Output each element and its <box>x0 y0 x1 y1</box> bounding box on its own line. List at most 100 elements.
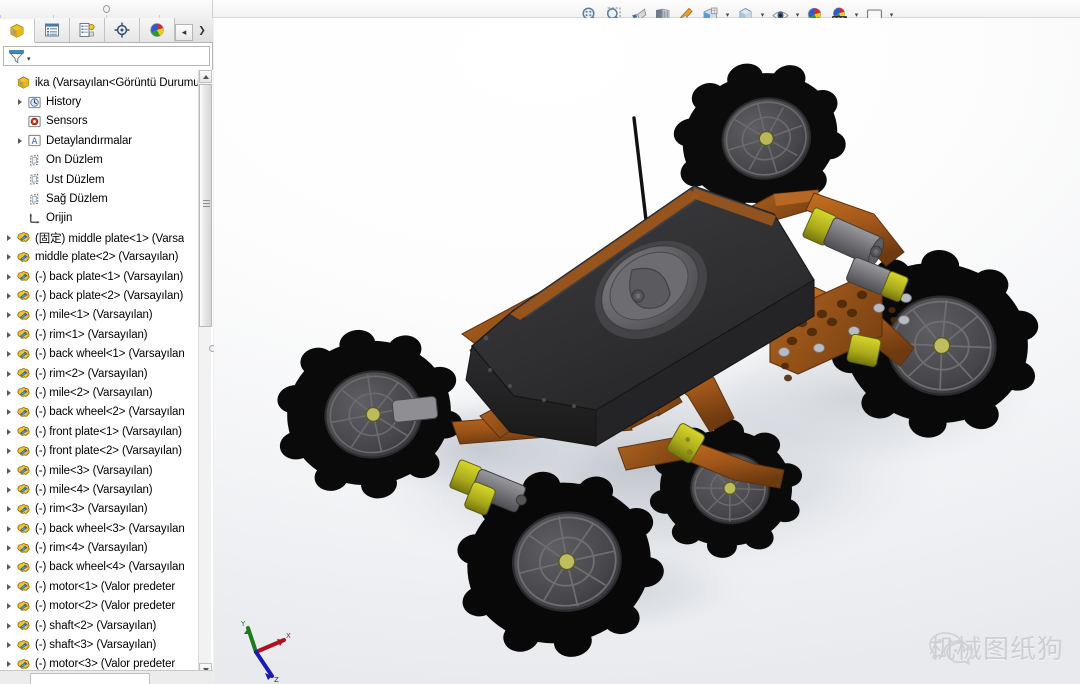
dimxpert-manager-tab[interactable] <box>105 18 140 42</box>
feature-tree: ika (Varsayılan<Görüntü Durumu- History Se… <box>0 70 200 684</box>
tree-row[interactable]: (-) shaft<3> (Varsayılan) <box>0 635 200 654</box>
filter-funnel-icon <box>9 49 24 63</box>
component-icon <box>15 443 32 459</box>
tree-expand-toggle[interactable] <box>2 480 15 499</box>
tree-expand-toggle[interactable] <box>2 616 15 635</box>
tree-row[interactable]: (-) motor<1> (Valor predeter <box>0 577 200 596</box>
tree-expand-toggle[interactable] <box>13 93 26 112</box>
tree-row[interactable]: (-) back plate<2> (Varsayılan) <box>0 286 200 305</box>
tree-expand-toggle[interactable] <box>2 558 15 577</box>
tree-expand-toggle[interactable] <box>2 597 15 616</box>
scrollbar-thumb[interactable] <box>199 84 212 327</box>
tree-row[interactable]: (-) back plate<1> (Varsayılan) <box>0 267 200 286</box>
tree-row[interactable]: (-) rim<1> (Varsayılan) <box>0 325 200 344</box>
tree-expand-toggle[interactable] <box>2 403 15 422</box>
tree-item-label: (-) shaft<3> (Varsayılan) <box>35 639 157 652</box>
tree-item-label: Üst Düzlem <box>46 173 105 186</box>
plane-icon <box>26 172 43 188</box>
tree-expand-toggle[interactable] <box>2 442 15 461</box>
panel-pin-handle[interactable] <box>103 5 110 13</box>
display-manager-tab[interactable] <box>140 18 175 42</box>
sensors-icon <box>26 113 43 129</box>
tree-row[interactable]: (-) mile<2> (Varsayılan) <box>0 383 200 402</box>
tree-row[interactable]: (-) motor<2> (Valor predeter <box>0 597 200 616</box>
tree-row[interactable]: Orijin <box>0 209 200 228</box>
tree-row[interactable]: middle plate<2> (Varsayılan) <box>0 248 200 267</box>
tree-row[interactable]: (-) shaft<2> (Varsayılan) <box>0 616 200 635</box>
filter-caret[interactable]: ▾ <box>27 55 31 63</box>
tree-expand-toggle[interactable] <box>2 306 15 325</box>
tree-row[interactable]: (-) mile<1> (Varsayılan) <box>0 306 200 325</box>
tree-expand-toggle[interactable] <box>2 519 15 538</box>
tree-filter-row[interactable]: ▾ <box>3 46 210 66</box>
coordinate-triad: X Y Z <box>240 620 291 684</box>
property-manager-tab[interactable] <box>35 18 70 42</box>
tree-expand-toggle[interactable] <box>2 500 15 519</box>
tree-row[interactable]: A Detaylandırmalar <box>0 131 200 150</box>
component-icon <box>17 484 30 495</box>
tree-row[interactable]: (-) front plate<2> (Varsayılan) <box>0 441 200 460</box>
component-icon <box>17 465 30 475</box>
origin-icon <box>29 213 40 224</box>
assembly-icon <box>15 75 32 91</box>
tree-expand-toggle[interactable] <box>2 461 15 480</box>
component-icon <box>15 307 32 323</box>
tree-expand-toggle[interactable] <box>2 539 15 558</box>
rover-model-render: X Y Z <box>240 63 1044 684</box>
feature-tree-scroll-area[interactable]: ika (Varsayılan<Görüntü Durumu- History Se… <box>0 70 213 684</box>
tree-row[interactable]: (-) rim<3> (Varsayılan) <box>0 500 200 519</box>
tree-item-label: Orijin <box>46 212 73 225</box>
tree-expand-toggle[interactable] <box>2 422 15 441</box>
tree-expand-toggle[interactable] <box>2 286 15 305</box>
tree-item-label: (-) front plate<1> (Varsayılan) <box>35 425 182 438</box>
graphics-viewport[interactable]: X Y Z 机械图纸狗 <box>214 18 1080 684</box>
tree-row[interactable]: Sağ Düzlem <box>0 189 200 208</box>
configuration-manager-tab[interactable] <box>70 18 105 42</box>
tree-row[interactable]: (固定) middle plate<1> (Varsa <box>0 228 200 247</box>
tree-row[interactable]: (-) rim<2> (Varsayılan) <box>0 364 200 383</box>
tree-row[interactable]: Ön Düzlem <box>0 151 200 170</box>
tree-item-label: (-) motor<1> (Valor predeter <box>35 580 176 593</box>
fm-nav-prev-button[interactable]: ◂ <box>175 24 193 41</box>
tree-root-row[interactable]: ika (Varsayılan<Görüntü Durumu- <box>0 73 200 92</box>
tree-item-label: (固定) middle plate<1> (Varsa <box>35 232 185 245</box>
panel-bottom-field[interactable] <box>30 673 150 684</box>
fm-nav-next-button[interactable]: ❯ <box>193 19 211 41</box>
tree-row[interactable]: (-) back wheel<2> (Varsayılan <box>0 403 200 422</box>
tree-item-label: Ön Düzlem <box>46 154 103 167</box>
tree-expand-toggle[interactable] <box>2 364 15 383</box>
component-icon <box>15 424 32 440</box>
tree-expand-toggle[interactable] <box>2 228 15 247</box>
tree-expand-toggle[interactable] <box>2 577 15 596</box>
component-icon <box>17 581 30 592</box>
tree-row[interactable]: (-) front plate<1> (Varsayılan) <box>0 422 200 441</box>
tree-row[interactable]: (-) rim<4> (Varsayılan) <box>0 538 200 557</box>
tree-item-label: (-) back wheel<3> (Varsayılan <box>35 522 185 535</box>
tree-expand-toggle[interactable] <box>2 248 15 267</box>
tree-row[interactable]: (-) mile<4> (Varsayılan) <box>0 480 200 499</box>
tree-row[interactable]: Üst Düzlem <box>0 170 200 189</box>
component-icon <box>17 329 30 339</box>
tree-row[interactable]: (-) back wheel<4> (Varsayılan <box>0 558 200 577</box>
origin-icon <box>26 210 43 226</box>
tree-row[interactable]: (-) mile<3> (Varsayılan) <box>0 461 200 480</box>
tree-expand-toggle[interactable] <box>13 131 26 150</box>
tree-row[interactable]: (-) back wheel<1> (Varsayılan <box>0 344 200 363</box>
tree-row[interactable]: History <box>0 92 200 111</box>
tree-expand-toggle[interactable] <box>2 636 15 655</box>
tree-item-label: (-) back wheel<4> (Varsayılan <box>35 561 185 574</box>
component-icon <box>15 230 32 246</box>
scrollbar-up-arrow[interactable] <box>199 70 212 83</box>
tree-item-label: (-) rim<3> (Varsayılan) <box>35 503 148 516</box>
feature-tree-scrollbar[interactable] <box>198 70 212 684</box>
feature-manager-tab[interactable] <box>0 19 35 43</box>
tree-expand-toggle[interactable] <box>2 325 15 344</box>
tree-row[interactable]: Sensors <box>0 112 200 131</box>
component-icon <box>17 290 30 301</box>
tree-expand-toggle[interactable] <box>2 267 15 286</box>
top-bar <box>0 0 1080 24</box>
tree-expand-toggle[interactable] <box>2 345 15 364</box>
scrollbar-grip <box>203 200 210 207</box>
tree-expand-toggle[interactable] <box>2 383 15 402</box>
tree-row[interactable]: (-) back wheel<3> (Varsayılan <box>0 519 200 538</box>
